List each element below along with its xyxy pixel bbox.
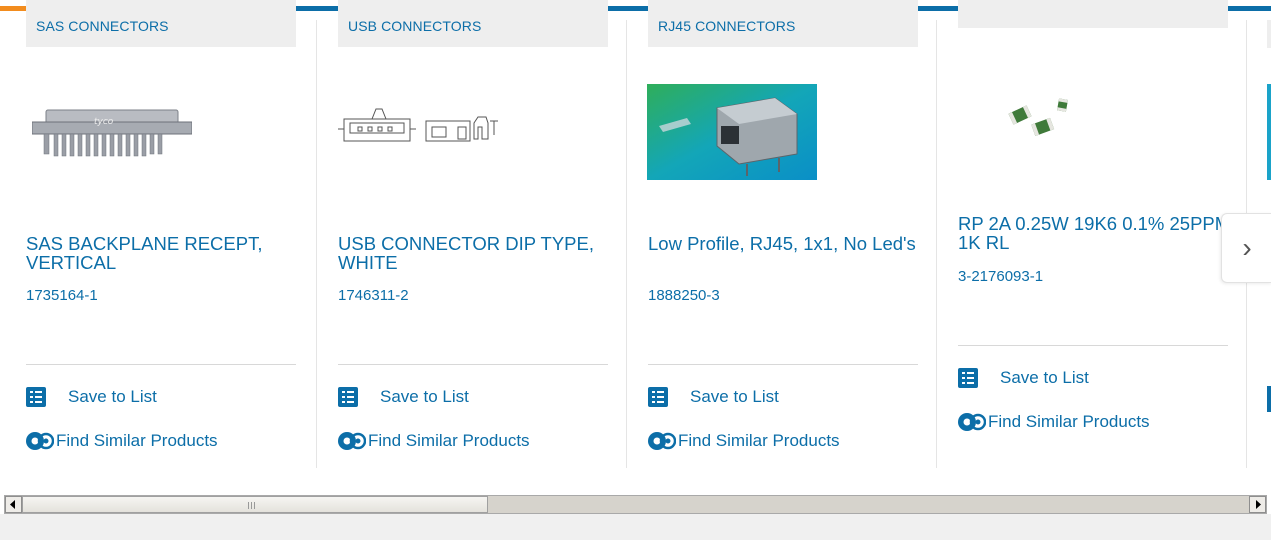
triangle-right-icon xyxy=(1256,500,1261,509)
part-number[interactable]: 1888250-3 xyxy=(648,287,720,304)
save-to-list-label: Save to List xyxy=(690,387,779,406)
checklist-icon xyxy=(648,387,668,407)
chevron-right-icon: › xyxy=(1242,232,1252,263)
category-tab[interactable]: USB CONNECTORS xyxy=(338,0,608,47)
part-number[interactable]: 1735164-1 xyxy=(26,287,98,304)
next-card-image-peek xyxy=(1267,84,1271,180)
product-title-link[interactable]: SAS BACKPLANE RECEPT, VERTICAL xyxy=(26,234,311,272)
horizontal-scrollbar[interactable] xyxy=(4,495,1267,514)
card-separator xyxy=(316,20,317,468)
triangle-left-icon xyxy=(10,500,15,509)
card-divider xyxy=(958,345,1228,346)
gears-icon xyxy=(648,432,676,450)
find-similar-label: Find Similar Products xyxy=(56,431,218,450)
save-to-list-label: Save to List xyxy=(1000,368,1089,387)
find-similar-products-button[interactable]: Find Similar Products xyxy=(24,430,218,452)
part-number[interactable]: 3-2176093-1 xyxy=(958,268,1043,285)
save-to-list-button[interactable]: Save to List xyxy=(26,387,157,407)
product-card: SAS CONNECTORS tyco SAS BACKPLANE RECEPT… xyxy=(26,0,326,470)
scrollbar-thumb[interactable] xyxy=(22,496,488,513)
next-card-tab-peek xyxy=(1267,20,1271,48)
rj45-connector-photo[interactable] xyxy=(647,84,817,180)
card-separator xyxy=(936,20,937,468)
product-card: RP 2A 0.25W 19K6 0.1% 25PPM 1K RL 3-2176… xyxy=(958,0,1258,451)
product-card: RJ45 CONNECTORS Low Profile, RJ45, 1x1, … xyxy=(646,0,948,470)
find-similar-products-button[interactable]: Find Similar Products xyxy=(336,430,530,452)
gears-icon xyxy=(26,432,54,450)
save-to-list-label: Save to List xyxy=(380,387,469,406)
find-similar-label: Find Similar Products xyxy=(988,412,1150,431)
product-card: USB CONNECTORS USB CONNECTOR DIP TYPE, W… xyxy=(338,0,638,470)
category-tab[interactable]: SAS CONNECTORS xyxy=(26,0,296,47)
part-number[interactable]: 1746311-2 xyxy=(338,287,409,304)
find-similar-products-button[interactable]: Find Similar Products xyxy=(646,430,840,452)
chip-resistor-photo[interactable] xyxy=(1006,91,1070,137)
card-divider xyxy=(26,364,296,365)
next-card-icon-peek xyxy=(1267,386,1271,412)
page-bottom-area xyxy=(0,514,1271,540)
checklist-icon xyxy=(26,387,46,407)
find-similar-products-button[interactable]: Find Similar Products xyxy=(956,411,1150,433)
card-divider xyxy=(338,364,608,365)
category-tab[interactable] xyxy=(958,0,1228,28)
sas-connector-image[interactable]: tyco xyxy=(32,100,192,162)
product-carousel: SAS CONNECTORS tyco SAS BACKPLANE RECEPT… xyxy=(0,0,1271,490)
category-tab[interactable]: RJ45 CONNECTORS xyxy=(648,0,918,47)
scroll-right-button[interactable] xyxy=(1249,496,1266,513)
product-title-link[interactable]: Low Profile, RJ45, 1x1, No Led's xyxy=(648,234,933,253)
checklist-icon xyxy=(338,387,358,407)
card-divider xyxy=(648,364,918,365)
checklist-icon xyxy=(958,368,978,388)
save-to-list-label: Save to List xyxy=(68,387,157,406)
carousel-next-button[interactable]: › xyxy=(1221,213,1271,283)
product-title-link[interactable]: RP 2A 0.25W 19K6 0.1% 25PPM 1K RL xyxy=(958,214,1243,252)
usb-connector-drawing[interactable] xyxy=(338,105,508,145)
find-similar-label: Find Similar Products xyxy=(678,431,840,450)
product-title-link[interactable]: USB CONNECTOR DIP TYPE, WHITE xyxy=(338,234,623,272)
save-to-list-button[interactable]: Save to List xyxy=(648,387,779,407)
save-to-list-button[interactable]: Save to List xyxy=(338,387,469,407)
card-separator xyxy=(626,20,627,468)
scrollbar-grip xyxy=(248,502,256,509)
svg-text:tyco: tyco xyxy=(94,117,114,127)
save-to-list-button[interactable]: Save to List xyxy=(958,368,1089,388)
scroll-left-button[interactable] xyxy=(5,496,22,513)
gears-icon xyxy=(338,432,366,450)
find-similar-label: Find Similar Products xyxy=(368,431,530,450)
gears-icon xyxy=(958,413,986,431)
